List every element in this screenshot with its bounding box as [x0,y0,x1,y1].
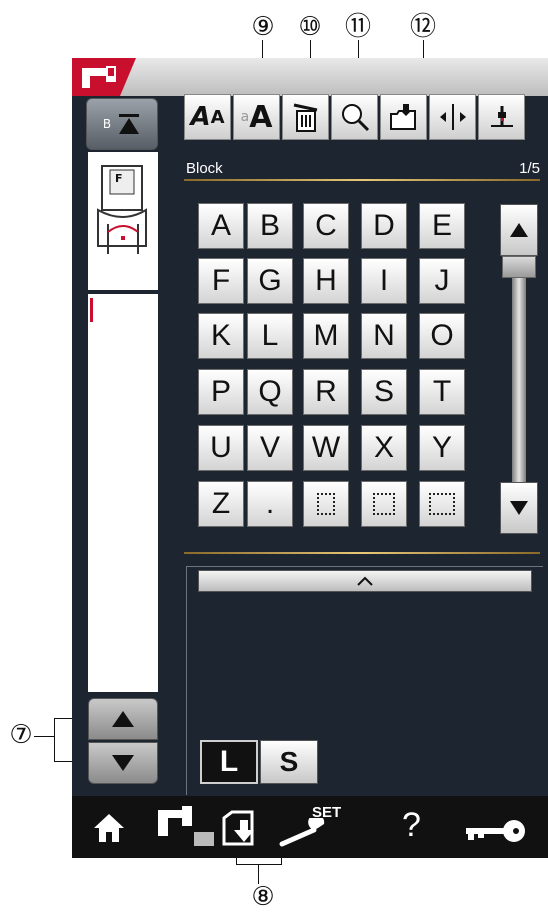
page-down-button[interactable] [500,482,538,534]
space-key[interactable] [303,481,349,527]
triangle-up-icon [510,223,528,237]
letter-key[interactable]: . [247,481,293,527]
font-select-button[interactable]: AA [184,94,231,140]
zoom-button[interactable] [331,94,378,140]
lock-button[interactable] [464,818,530,848]
foot-up-icon [119,114,140,134]
letter-key[interactable]: P [198,369,244,415]
scroll-down-button[interactable] [88,742,158,784]
scroll-up-button[interactable] [88,698,158,740]
delete-button[interactable] [282,94,329,140]
letter-key[interactable]: D [361,203,407,249]
mirror-icon [439,104,466,130]
case-button[interactable]: aA [233,94,280,140]
space-glyph [317,493,335,515]
scroll-track [512,278,526,484]
cursor-marker [90,298,93,322]
letter-key[interactable]: L [247,313,293,359]
space-glyph [373,493,395,515]
needle-position-icon [490,106,513,127]
grid-separator [184,552,540,554]
machine-icon [82,66,116,88]
letter-key[interactable]: W [303,425,349,471]
mirror-button[interactable] [429,94,476,140]
letter-key[interactable]: G [247,258,293,304]
letter-key[interactable]: F [198,258,244,304]
letter-key[interactable]: Y [419,425,465,471]
letter-key[interactable]: E [419,203,465,249]
letter-key[interactable]: Q [247,369,293,415]
letter-key[interactable]: M [303,313,349,359]
arrow-up-icon [112,711,134,727]
magnifier-icon [341,104,369,132]
letter-key[interactable]: V [247,425,293,471]
leader-8-stem [258,864,259,884]
letter-key[interactable]: H [303,258,349,304]
title-bar [72,58,548,96]
foot-letter: F [115,172,123,185]
save-button[interactable] [380,94,427,140]
letter-key[interactable]: N [361,313,407,359]
large-size-button[interactable]: L [200,740,258,784]
open-folder-icon [222,810,254,846]
letter-key[interactable]: S [361,369,407,415]
trash-icon [293,103,317,132]
home-icon [94,814,124,842]
callout-12: ⑫ [410,12,437,42]
scroll-thumb[interactable] [502,256,536,278]
home-button[interactable] [92,812,126,848]
letter-key[interactable]: C [303,203,349,249]
help-button[interactable]: ? [402,806,421,845]
small-size-label: S [279,746,299,777]
save-folder-icon [389,104,416,130]
file-button[interactable] [222,810,262,850]
header-underline [184,179,540,181]
letter-key[interactable]: Z [198,481,244,527]
page-indicator: 1/5 [519,160,540,177]
letter-key[interactable]: X [361,425,407,471]
wrench-icon [279,818,325,847]
page-up-button[interactable] [500,204,538,256]
space-key[interactable] [361,481,407,527]
needle-button[interactable] [478,94,525,140]
key-icon [466,820,525,842]
letter-key[interactable]: R [303,369,349,415]
arrow-down-icon [112,755,134,771]
small-size-button[interactable]: S [260,740,318,784]
callout-7: ⑦ [9,720,33,750]
leader-7 [34,736,54,737]
letter-key[interactable]: T [419,369,465,415]
callout-10: ⑩ [298,12,322,42]
foot-b-label: B [102,117,112,131]
presser-foot-icon [97,165,147,254]
triangle-down-icon [510,501,528,515]
foot-up-button[interactable]: B [86,98,158,150]
mode-button[interactable] [154,804,216,852]
callout-11: ⑪ [345,12,372,42]
expand-preview-button[interactable] [198,570,532,592]
machine-screen: B F AA aA Block 1/5 ABCDEFGHIJKLMNOPQR S… [72,58,548,858]
callout-9: ⑨ [251,12,275,42]
letter-key[interactable]: O [419,313,465,359]
letter-key[interactable]: J [419,258,465,304]
letter-key[interactable]: K [198,313,244,359]
chevron-up-icon [357,576,373,586]
letter-key[interactable]: B [247,203,293,249]
sewing-machine-icon [158,806,214,846]
letter-key[interactable]: A [198,203,244,249]
stitch-list-panel [88,294,158,692]
settings-button[interactable]: SET [278,800,354,850]
callout-8: ⑧ [251,882,275,912]
space-glyph [429,493,455,515]
category-label: Block [186,160,223,177]
letter-key[interactable]: U [198,425,244,471]
space-key[interactable] [419,481,465,527]
letter-key[interactable]: I [361,258,407,304]
large-size-label: L [219,745,239,778]
